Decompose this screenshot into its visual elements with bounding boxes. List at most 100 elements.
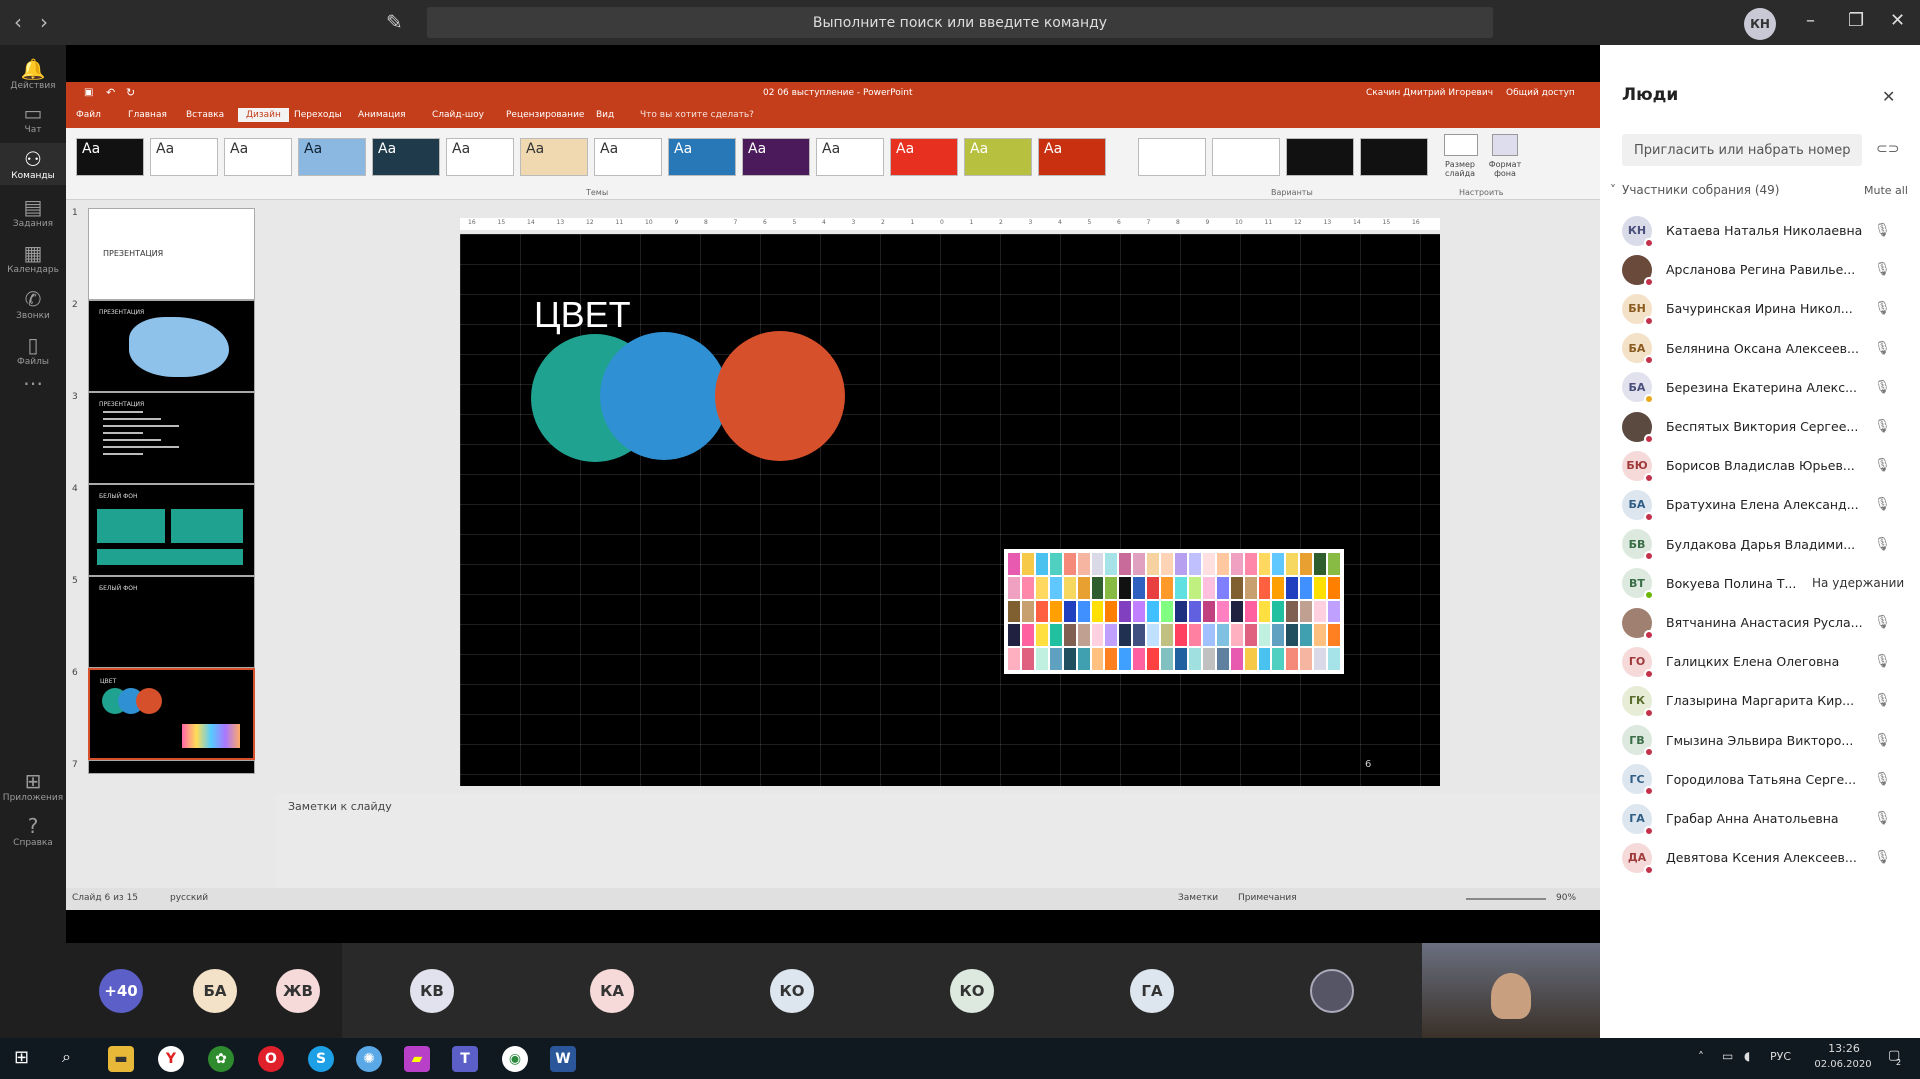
slide-thumbnail-2[interactable]: ПРЕЗЕНТАЦИЯ — [88, 300, 255, 392]
participants-header[interactable]: Участники собрания (49) — [1622, 183, 1779, 197]
redo-icon[interactable]: ↻ — [126, 86, 135, 99]
share-invite-icon[interactable]: ⊂⊃ — [1876, 141, 1899, 157]
rail-item-more[interactable]: ⋯ — [0, 367, 66, 409]
variant-3[interactable] — [1286, 138, 1354, 176]
slide-title[interactable]: ЦВЕТ — [534, 294, 631, 336]
format-background-icon[interactable] — [1492, 134, 1518, 156]
muted-mic-icon[interactable]: 🎙 — [1874, 733, 1891, 748]
app-purple-icon[interactable]: ▰ — [404, 1046, 430, 1072]
slide-thumbnail-3[interactable]: ПРЕЗЕНТАЦИЯ — [88, 392, 255, 484]
slide-notes[interactable]: Заметки к слайду — [276, 794, 1600, 888]
rail-item-files[interactable]: ▯ Файлы — [0, 329, 66, 371]
participant-row[interactable]: Вятчанина Анастасия Русла... 🎙 — [1600, 603, 1920, 642]
back-icon[interactable]: ‹ — [14, 10, 22, 34]
tab-5[interactable]: Анимация — [358, 110, 406, 120]
theme-14[interactable]: Aa — [1038, 138, 1106, 176]
muted-mic-icon[interactable]: 🎙 — [1874, 419, 1891, 434]
theme-4[interactable]: Aa — [298, 138, 366, 176]
rail-item-teams[interactable]: ⚇ Команды — [0, 143, 66, 185]
minimize-icon[interactable]: – — [1806, 10, 1815, 31]
windows-start-icon[interactable]: ⊞ — [14, 1047, 29, 1068]
comments-button[interactable]: Примечания — [1238, 893, 1297, 903]
theme-1[interactable]: Aa — [76, 138, 144, 176]
tray-chevron-icon[interactable]: ˄ — [1698, 1050, 1704, 1064]
participant-row[interactable]: Беспятых Виктория Сергее... 🎙 — [1600, 407, 1920, 446]
tab-1[interactable]: Главная — [128, 110, 167, 120]
tab-0[interactable]: Файл — [76, 110, 101, 120]
chevron-down-icon[interactable]: ˅ — [1610, 183, 1616, 197]
participant-row[interactable]: ГВ Гмызина Эльвира Викторо... 🎙 — [1600, 721, 1920, 760]
rail-item-assignments[interactable]: ▤ Задания — [0, 191, 66, 233]
yandex-icon[interactable]: Y — [158, 1046, 184, 1072]
muted-mic-icon[interactable]: 🎙 — [1874, 301, 1891, 316]
close-icon[interactable]: ✕ — [1882, 87, 1895, 106]
volume-icon[interactable]: ◖ — [1744, 1049, 1750, 1063]
slide-thumbnail-5[interactable]: БЕЛЫЙ ФОН — [88, 576, 255, 668]
participant-row[interactable]: КН Катаева Наталья Николаевна 🎙 — [1600, 211, 1920, 250]
muted-mic-icon[interactable]: 🎙 — [1874, 693, 1891, 708]
participant-row[interactable]: БН Бачуринская Ирина Никол... 🎙 — [1600, 289, 1920, 328]
forward-icon[interactable]: › — [40, 10, 48, 34]
participant-tile[interactable]: ЖВ — [254, 943, 342, 1038]
variant-4[interactable] — [1360, 138, 1428, 176]
mute-all-button[interactable]: Mute all — [1864, 184, 1908, 197]
format-background-button[interactable]: Формат фона — [1484, 160, 1526, 178]
participant-tile[interactable] — [1242, 943, 1422, 1038]
participant-tile[interactable]: КО — [882, 943, 1062, 1038]
current-slide[interactable]: ЦВЕТ 6 — [460, 234, 1440, 786]
rail-item-apps[interactable]: ⊞ Приложения — [0, 765, 66, 807]
search-icon[interactable]: ⌕ — [62, 1047, 71, 1067]
clock-date[interactable]: 02.06.2020 — [1808, 1059, 1878, 1070]
skype-icon[interactable]: S — [308, 1046, 334, 1072]
slide-size-button[interactable]: Размер слайда — [1438, 160, 1482, 178]
muted-mic-icon[interactable]: 🎙 — [1874, 380, 1891, 395]
participant-row[interactable]: БЮ Борисов Владислав Юрьев... 🎙 — [1600, 446, 1920, 485]
maximize-icon[interactable]: ❐ — [1848, 10, 1864, 31]
slide-thumbnail-1[interactable]: ПРЕЗЕНТАЦИЯ — [88, 208, 255, 300]
muted-mic-icon[interactable]: 🎙 — [1874, 497, 1891, 512]
muted-mic-icon[interactable]: 🎙 — [1874, 223, 1891, 238]
chrome-icon[interactable]: ◉ — [502, 1046, 528, 1072]
participant-row[interactable]: ГА Грабар Анна Анатольевна 🎙 — [1600, 799, 1920, 838]
blue-circle[interactable] — [600, 332, 728, 460]
participant-row[interactable]: БВ Булдакова Дарья Владими... 🎙 — [1600, 525, 1920, 564]
slide-size-icon[interactable] — [1444, 134, 1478, 156]
muted-mic-icon[interactable]: 🎙 — [1874, 458, 1891, 473]
muted-mic-icon[interactable]: 🎙 — [1874, 811, 1891, 826]
theme-12[interactable]: Aa — [890, 138, 958, 176]
rail-item-help[interactable]: ? Справка — [0, 810, 66, 852]
color-palette-image[interactable] — [1004, 549, 1344, 674]
participant-row[interactable]: БА Березина Екатерина Алекс... 🎙 — [1600, 368, 1920, 407]
theme-8[interactable]: Aa — [594, 138, 662, 176]
tab-6[interactable]: Слайд-шоу — [432, 110, 484, 120]
muted-mic-icon[interactable]: 🎙 — [1874, 262, 1891, 277]
invite-input[interactable]: Пригласить или набрать номер — [1622, 134, 1862, 166]
participant-tile[interactable]: ГА — [1062, 943, 1242, 1038]
word-icon[interactable]: W — [550, 1046, 576, 1072]
participant-row[interactable]: БА Белянина Оксана Алексеев... 🎙 — [1600, 329, 1920, 368]
theme-6[interactable]: Aa — [446, 138, 514, 176]
slide-thumbnail-7[interactable] — [88, 760, 255, 774]
undo-icon[interactable]: ↶ — [106, 86, 115, 99]
rail-item-bell[interactable]: 🔔 Действия — [0, 53, 66, 95]
save-icon[interactable]: ▣ — [84, 87, 93, 98]
opera-icon[interactable]: O — [258, 1046, 284, 1072]
rail-item-chat[interactable]: ▭ Чат — [0, 97, 66, 139]
rail-item-calendar[interactable]: ▦ Календарь — [0, 237, 66, 279]
theme-11[interactable]: Aa — [816, 138, 884, 176]
variant-2[interactable] — [1212, 138, 1280, 176]
tell-me-input[interactable]: Что вы хотите сделать? — [640, 110, 754, 120]
slide-thumbnail-4[interactable]: БЕЛЫЙ ФОН — [88, 484, 255, 576]
avatar[interactable]: КН — [1744, 8, 1776, 40]
search-input[interactable]: Выполните поиск или введите команду — [427, 7, 1493, 38]
participant-row[interactable]: БА Братухина Елена Александ... 🎙 — [1600, 485, 1920, 524]
zoom-level[interactable]: 90% — [1556, 893, 1576, 903]
close-icon[interactable]: ✕ — [1890, 10, 1905, 31]
network-icon[interactable]: ▭ — [1722, 1049, 1733, 1063]
participant-row[interactable]: ГК Глазырина Маргарита Кир... 🎙 — [1600, 681, 1920, 720]
participant-tile[interactable]: БА — [176, 943, 254, 1038]
tab-3[interactable]: Дизайн — [238, 108, 289, 122]
zoom-slider[interactable] — [1466, 898, 1546, 900]
theme-2[interactable]: Aa — [150, 138, 218, 176]
participant-row[interactable]: ГС Городилова Татьяна Серге... 🎙 — [1600, 760, 1920, 799]
